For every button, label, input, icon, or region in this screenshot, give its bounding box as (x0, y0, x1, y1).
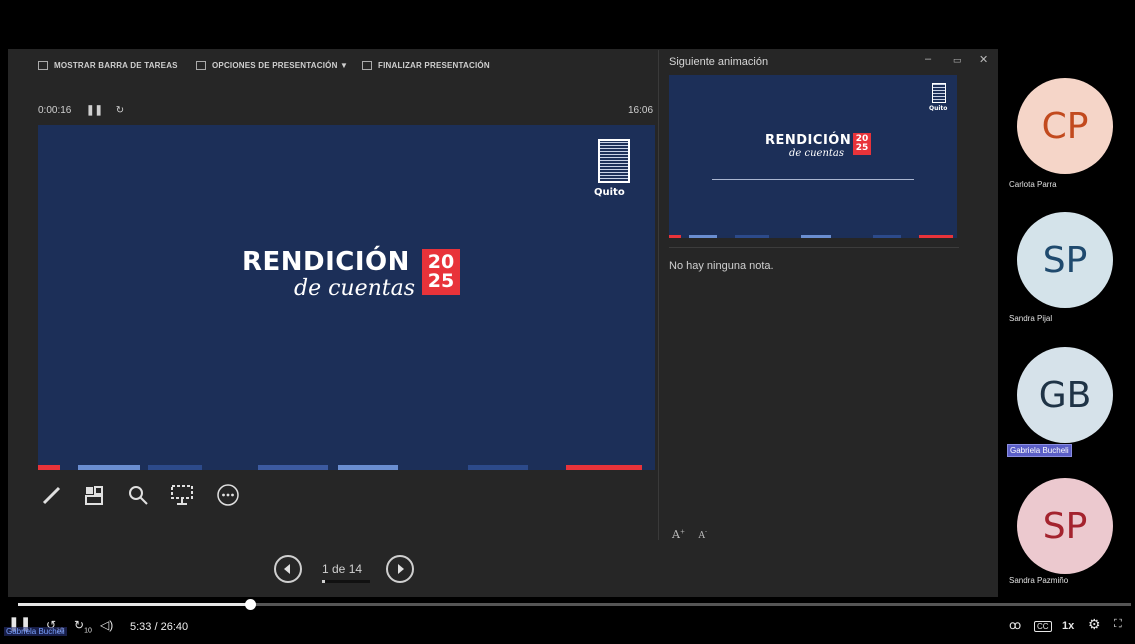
audio-description-icon[interactable]: ꝏ (1009, 618, 1021, 632)
footer-stripe (919, 235, 953, 238)
elapsed-timer: 0:00:16 ❚❚ ↻ (38, 105, 124, 116)
pen-icon[interactable] (38, 481, 66, 509)
footer-stripe (801, 235, 831, 238)
participant-name-speaking: Gabriela Bucheli (1007, 444, 1072, 457)
current-clock: 16:06 (628, 105, 654, 116)
taskbar-icon (38, 61, 48, 70)
participant-name: Sandra Pijal (1009, 314, 1053, 323)
participant-name: Carlota Parra (1009, 180, 1057, 189)
all-slides-icon[interactable] (80, 481, 108, 509)
previous-slide-button[interactable] (274, 555, 302, 583)
black-screen-icon[interactable] (168, 481, 196, 509)
quito-crest-logo (932, 83, 946, 103)
footer-stripe (669, 235, 681, 238)
participant-avatar[interactable]: GB (1017, 347, 1113, 443)
more-options-icon[interactable] (214, 481, 242, 509)
seek-bar-played (18, 603, 250, 606)
forward-seconds: 10 (84, 627, 92, 635)
year-bottom: 25 (427, 270, 455, 292)
presenter-name-tag: Gabriela Bucheli (4, 627, 67, 636)
minimize-button[interactable]: – (925, 53, 931, 65)
end-presentation-button[interactable]: FINALIZAR PRESENTACIÓN (362, 61, 490, 70)
presentation-options-label: OPCIONES DE PRESENTACIÓN ▼ (212, 61, 349, 70)
slide-counter: 1 de 14 (322, 562, 363, 576)
footer-stripe (258, 465, 328, 470)
quito-logo-text: Quito (929, 105, 948, 112)
notes-font-controls: A+ A- (672, 528, 708, 541)
slide-subtitle: de cuentas (294, 276, 416, 301)
footer-stripe (38, 465, 60, 470)
year-bottom: 25 (855, 143, 869, 153)
slide-progress-fill (322, 580, 325, 583)
avatar-initials: CP (1041, 105, 1089, 147)
settings-gear-icon[interactable]: ⚙ (1088, 616, 1101, 633)
preview-title: RENDICIÓN (765, 133, 852, 148)
options-icon (196, 61, 206, 70)
next-slide-preview[interactable]: Quito RENDICIÓN de cuentas 20 25 (669, 75, 957, 238)
slide-progress-track (322, 580, 370, 583)
pane-divider[interactable] (658, 50, 659, 540)
fullscreen-icon[interactable]: ⛶ (1114, 618, 1122, 631)
footer-stripe (873, 235, 901, 238)
pause-timer-icon[interactable]: ❚❚ (86, 105, 103, 116)
participant-name: Sandra Pazmiño (1009, 576, 1069, 585)
preview-subtitle: de cuentas (789, 148, 845, 159)
footer-stripe (689, 235, 717, 238)
presentation-options-button[interactable]: OPCIONES DE PRESENTACIÓN ▼ (196, 61, 348, 70)
footer-stripe (338, 465, 398, 470)
footer-stripe (735, 235, 769, 238)
increase-font-button[interactable]: A (672, 528, 680, 541)
triangle-right-icon (398, 564, 404, 574)
speaker-notes[interactable]: No hay ninguna nota. (669, 260, 774, 272)
playback-time: 5:33 / 26:40 (130, 621, 189, 633)
restart-timer-icon[interactable]: ↻ (116, 105, 124, 116)
quito-logo-text: Quito (594, 187, 625, 198)
current-slide[interactable]: Quito RENDICIÓN de cuentas 20 25 (38, 125, 655, 470)
participant-avatar[interactable]: SP (1017, 478, 1113, 574)
notes-separator (669, 247, 959, 248)
end-show-icon (362, 61, 372, 70)
triangle-left-icon (284, 564, 290, 574)
participant-avatar[interactable]: SP (1017, 212, 1113, 308)
footer-stripe (78, 465, 140, 470)
end-presentation-label: FINALIZAR PRESENTACIÓN (378, 61, 490, 70)
next-animation-label: Siguiente animación (669, 56, 769, 68)
avatar-initials: GB (1038, 374, 1092, 416)
volume-icon[interactable]: ◁) (100, 618, 113, 632)
footer-stripe (148, 465, 202, 470)
footer-stripe (566, 465, 642, 470)
preview-year-badge: 20 25 (853, 133, 871, 155)
playback-speed-button[interactable]: 1x (1062, 620, 1074, 632)
slide-title: RENDICIÓN (242, 247, 410, 277)
forward-10-button[interactable]: ↻10 (74, 618, 92, 634)
show-taskbar-button[interactable]: MOSTRAR BARRA DE TAREAS (38, 61, 178, 70)
zoom-icon[interactable] (124, 481, 152, 509)
avatar-initials: SP (1042, 239, 1088, 281)
participant-avatar[interactable]: CP (1017, 78, 1113, 174)
show-taskbar-label: MOSTRAR BARRA DE TAREAS (54, 61, 178, 70)
year-badge: 20 25 (422, 249, 460, 295)
elapsed-time: 0:00:16 (38, 105, 72, 116)
restore-button[interactable]: ▭ (953, 55, 962, 66)
seek-handle[interactable] (244, 599, 256, 610)
next-slide-button[interactable] (386, 555, 414, 583)
footer-stripe (468, 465, 528, 470)
avatar-initials: SP (1042, 505, 1088, 547)
quito-crest-logo (598, 139, 630, 183)
close-button[interactable]: ✕ (979, 53, 988, 66)
preview-divider-line (712, 179, 914, 180)
captions-button[interactable]: CC (1034, 621, 1052, 632)
